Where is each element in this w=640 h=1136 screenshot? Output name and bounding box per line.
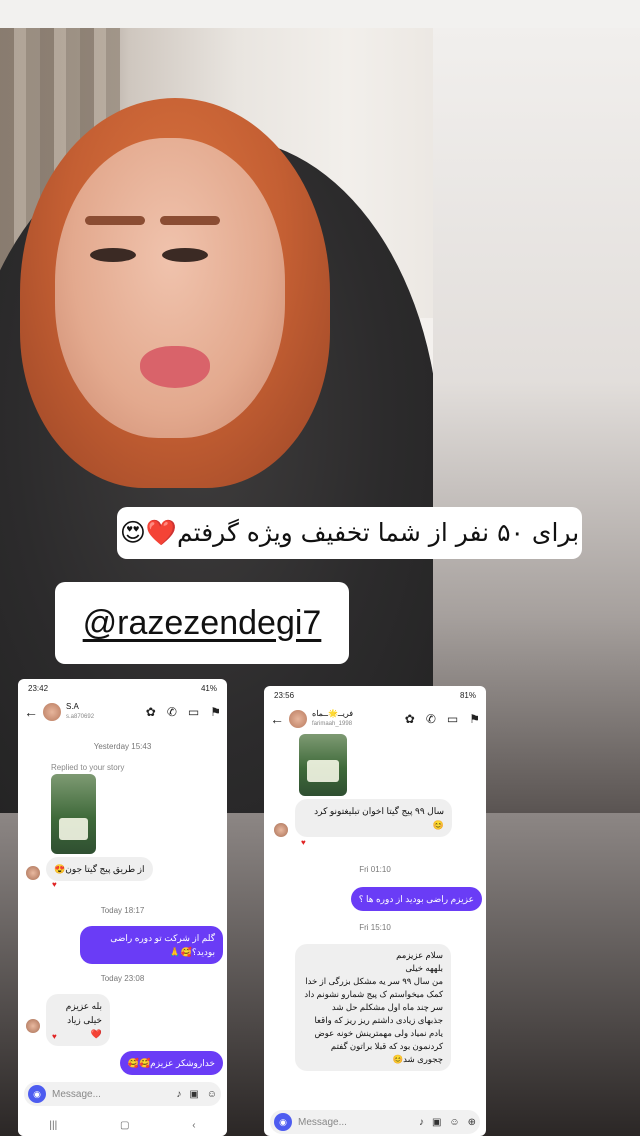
- status-battery: 41%: [200, 683, 217, 693]
- eye-left: [90, 248, 136, 262]
- eyebrow-left: [85, 216, 145, 225]
- top-strip: [0, 0, 640, 28]
- message-incoming: سال ۹۹ پیج گیتا اخوان تبلیغتونو کرد 😊: [295, 799, 452, 837]
- timestamp: Fri 01:10: [359, 865, 391, 874]
- back-icon[interactable]: ‹: [192, 1120, 195, 1131]
- sticker-icon[interactable]: ✿: [146, 705, 156, 719]
- contact-name: فریــ🌟ــماه: [312, 709, 354, 718]
- video-icon[interactable]: ▭: [188, 705, 199, 719]
- message-outgoing: عزیزم راضی بودید از دوره ها ؟: [350, 887, 482, 911]
- gallery-icon[interactable]: ▣: [432, 1117, 441, 1128]
- status-time: 23:42: [28, 683, 49, 693]
- discount-sticker: برای ۵۰ نفر از شما تخفیف ویژه گرفتم❤️😍: [117, 507, 582, 559]
- heart-reaction-icon: ♥: [52, 880, 57, 889]
- message-incoming: از طریق پیج گیتا جون😍: [46, 857, 153, 881]
- contact-handle: farimaah_1998: [312, 721, 353, 727]
- chat-header: ← S.A s.a870692 ✿ ✆ ▭ ⚑: [18, 697, 227, 727]
- contact-info[interactable]: S.A s.a870692: [66, 702, 135, 722]
- sticker-icon[interactable]: ☺: [207, 1089, 217, 1100]
- status-battery: 81%: [459, 690, 476, 700]
- story-thumbnail[interactable]: [299, 734, 347, 796]
- camera-icon[interactable]: ◉: [274, 1113, 292, 1131]
- timestamp: Yesterday 15:43: [93, 742, 152, 751]
- camera-icon[interactable]: ◉: [28, 1085, 46, 1103]
- face: [55, 138, 285, 438]
- avatar[interactable]: [43, 703, 61, 721]
- flag-icon[interactable]: ⚑: [469, 712, 480, 726]
- recents-icon[interactable]: |||: [49, 1120, 57, 1131]
- chat-screenshot-left: 23:42 41% ← S.A s.a870692 ✿ ✆ ▭ ⚑ Yester…: [18, 679, 227, 1136]
- contact-handle: s.a870692: [66, 714, 95, 720]
- heart-reaction-icon: ♥: [52, 1032, 57, 1041]
- chat-header: ← فریــ🌟ــماه farimaah_1998 ✿ ✆ ▭ ⚑: [264, 704, 486, 734]
- phone-icon[interactable]: ✆: [426, 712, 436, 726]
- sender-avatar: [26, 1019, 40, 1033]
- gallery-icon[interactable]: ▣: [189, 1089, 198, 1100]
- composer-placeholder[interactable]: Message...: [298, 1117, 347, 1128]
- sender-avatar: [26, 866, 40, 880]
- mention-sticker[interactable]: @razezendegi7: [55, 582, 349, 664]
- message-composer[interactable]: ◉ Message... ♪ ▣ ☺: [24, 1082, 221, 1106]
- heart-reaction-icon: ♥: [301, 838, 306, 847]
- timestamp: Today 18:17: [100, 906, 145, 915]
- mic-icon[interactable]: ♪: [419, 1117, 424, 1128]
- timestamp: Fri 15:10: [359, 923, 391, 932]
- chat-screenshot-right: 23:56 81% ← فریــ🌟ــماه farimaah_1998 ✿ …: [264, 686, 486, 1136]
- android-nav-bar: ||| ▢ ‹: [18, 1114, 227, 1136]
- contact-info[interactable]: فریــ🌟ــماه farimaah_1998: [312, 709, 394, 729]
- contact-name: S.A: [66, 702, 79, 711]
- home-icon[interactable]: ▢: [120, 1120, 129, 1131]
- story-thumbnail[interactable]: [51, 774, 96, 854]
- sender-avatar: [274, 823, 288, 837]
- back-arrow-icon[interactable]: ←: [24, 704, 38, 720]
- status-time: 23:56: [274, 690, 295, 700]
- status-bar: 23:56 81%: [264, 686, 486, 704]
- thumbnail-caption: [307, 760, 339, 782]
- sticker-icon[interactable]: ☺: [449, 1117, 459, 1128]
- phone-icon[interactable]: ✆: [167, 705, 177, 719]
- video-icon[interactable]: ▭: [447, 712, 458, 726]
- message-composer[interactable]: ◉ Message... ♪ ▣ ☺ ⊕: [270, 1110, 480, 1134]
- flag-icon[interactable]: ⚑: [210, 705, 221, 719]
- plus-icon[interactable]: ⊕: [468, 1117, 476, 1128]
- mic-icon[interactable]: ♪: [176, 1089, 181, 1100]
- message-outgoing: خداروشکر عزیزم🥰🥰: [119, 1051, 223, 1075]
- sticker-icon[interactable]: ✿: [405, 712, 415, 726]
- message-incoming: سلام عزیزمم بلههه خیلی من سال ۹۹ سر یه م…: [295, 944, 451, 1071]
- status-bar: 23:42 41%: [18, 679, 227, 697]
- eyebrow-right: [160, 216, 220, 225]
- timestamp: Today 23:08: [100, 974, 145, 983]
- avatar[interactable]: [289, 710, 307, 728]
- replied-label: Replied to your story: [51, 763, 125, 772]
- message-outgoing: گلم از شرکت تو دوره راضی بودید؟🥰🙏: [80, 926, 223, 964]
- lips: [140, 346, 210, 388]
- thumbnail-caption: [59, 818, 88, 840]
- eye-right: [162, 248, 208, 262]
- back-arrow-icon[interactable]: ←: [270, 711, 284, 727]
- composer-placeholder[interactable]: Message...: [52, 1089, 101, 1100]
